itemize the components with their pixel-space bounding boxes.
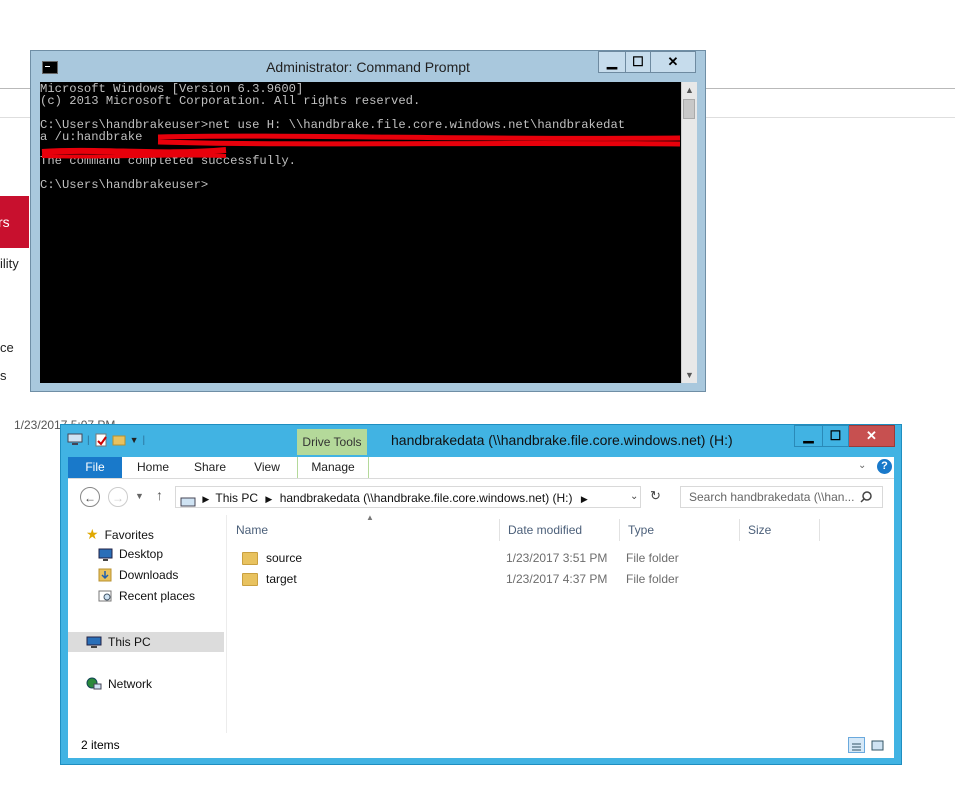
breadcrumb-this-pc[interactable]: This PC: [215, 491, 258, 505]
column-date-modified[interactable]: Date modified: [500, 519, 620, 541]
file-type: File folder: [626, 572, 679, 586]
file-list[interactable]: ▲ Name Date modified Type Size source 1/…: [228, 513, 894, 733]
maximize-icon: ☐: [829, 428, 842, 443]
nav-favorites-label: Favorites: [104, 527, 154, 542]
tab-home[interactable]: Home: [126, 457, 180, 478]
file-row[interactable]: target 1/23/2017 4:37 PM File folder: [242, 569, 842, 589]
background-text-2: ce: [0, 340, 14, 355]
quick-access-toolbar: | ▼ |: [67, 431, 145, 449]
forward-icon[interactable]: →: [108, 487, 128, 507]
file-date: 1/23/2017 4:37 PM: [506, 572, 608, 586]
properties-icon[interactable]: [94, 433, 108, 447]
nav-desktop-label: Desktop: [119, 547, 164, 561]
downloads-icon: [98, 568, 112, 582]
explorer-minimize-button[interactable]: ▁: [794, 425, 823, 447]
drive-tools-label: Drive Tools: [297, 429, 367, 455]
tab-file[interactable]: File: [68, 457, 122, 478]
breadcrumb-arrow-icon-2[interactable]: ▶: [265, 494, 272, 504]
scroll-down-icon[interactable]: ▼: [682, 367, 697, 383]
tab-view[interactable]: View: [240, 457, 294, 478]
background-text-3: s: [0, 368, 7, 383]
file-row[interactable]: source 1/23/2017 3:51 PM File folder: [242, 548, 842, 568]
cmd-maximize-button[interactable]: ☐: [626, 51, 651, 73]
nav-network[interactable]: Network: [86, 677, 152, 691]
recent-locations-icon[interactable]: ▼: [135, 491, 144, 501]
large-icons-view-icon[interactable]: [870, 737, 887, 753]
details-view-icon[interactable]: [848, 737, 865, 753]
tab-share[interactable]: Share: [182, 457, 238, 478]
navigation-pane[interactable]: ★ Favorites Desktop Downloads Recent pla…: [68, 515, 227, 733]
cmd-scrollbar[interactable]: ▲ ▼: [681, 82, 697, 383]
cmd-close-button[interactable]: ✕: [651, 51, 696, 73]
separator-icon-2: |: [142, 434, 146, 446]
explorer-maximize-button[interactable]: ☐: [823, 425, 849, 447]
tab-manage[interactable]: Manage: [297, 457, 369, 478]
recent-places-icon: [98, 590, 112, 602]
ribbon-tabs: File Home Share View Manage ⌄ ?: [68, 457, 894, 479]
scroll-thumb[interactable]: [683, 99, 695, 119]
star-icon: ★: [86, 526, 99, 542]
column-name[interactable]: Name: [228, 519, 500, 541]
search-placeholder: Search handbrakedata (\\han...: [689, 490, 855, 504]
back-icon[interactable]: ←: [80, 487, 100, 507]
file-type: File folder: [626, 551, 679, 565]
this-pc-icon: [86, 636, 102, 648]
breadcrumb-location[interactable]: handbrakedata (\\handbrake.file.core.win…: [280, 491, 573, 505]
cmd-title-bar[interactable]: Administrator: Command Prompt ▁ ☐ ✕: [31, 51, 705, 82]
desktop-icon: [98, 548, 113, 561]
close-icon: ✕: [866, 428, 877, 443]
item-count: 2 items: [81, 738, 120, 752]
status-bar: 2 items: [68, 733, 894, 758]
file-explorer-window[interactable]: | ▼ | Drive Tools handbrakedata (\\handb…: [60, 424, 902, 765]
nav-network-label: Network: [108, 677, 153, 691]
search-input[interactable]: Search handbrakedata (\\han...: [680, 486, 883, 508]
help-icon[interactable]: ?: [877, 459, 892, 474]
nav-desktop[interactable]: Desktop: [98, 547, 163, 561]
computer-icon: [67, 433, 83, 445]
folder-icon: [242, 552, 258, 566]
explorer-body: ★ Favorites Desktop Downloads Recent pla…: [68, 513, 894, 733]
refresh-icon[interactable]: ↻: [650, 488, 661, 504]
address-bar[interactable]: ▶ This PC ▶ handbrakedata (\\handbrake.f…: [175, 486, 641, 508]
nav-this-pc-label: This PC: [108, 635, 151, 649]
qat-dropdown-icon[interactable]: ▼: [130, 435, 139, 445]
separator-icon: |: [87, 434, 90, 446]
ribbon-expand-icon[interactable]: ⌄: [858, 460, 866, 471]
nav-downloads[interactable]: Downloads: [98, 568, 178, 582]
computer-icon: [180, 494, 196, 507]
address-row: ← → ▼ ↑ ▶ This PC ▶ handbrakedata (\\han…: [68, 479, 894, 515]
minimize-icon: ▁: [803, 428, 814, 443]
cmd-console[interactable]: Microsoft Windows [Version 6.3.9600] (c)…: [40, 82, 681, 383]
address-dropdown-icon[interactable]: ⌄: [630, 491, 638, 502]
scroll-up-icon[interactable]: ▲: [682, 82, 697, 98]
breadcrumb-arrow-icon[interactable]: ▶: [202, 494, 209, 504]
network-icon: [86, 677, 102, 690]
column-size[interactable]: Size: [740, 519, 820, 541]
up-icon[interactable]: ↑: [156, 487, 163, 503]
background-red-text: rs: [0, 214, 10, 230]
explorer-title: handbrakedata (\\handbrake.file.core.win…: [391, 432, 733, 448]
nav-recent-places[interactable]: Recent places: [98, 589, 195, 603]
breadcrumb-arrow-icon-3[interactable]: ▶: [581, 494, 588, 504]
command-prompt-window[interactable]: Administrator: Command Prompt ▁ ☐ ✕ Micr…: [30, 50, 706, 392]
background-red-tile[interactable]: rs: [0, 196, 29, 248]
nav-recent-places-label: Recent places: [119, 589, 196, 603]
credential-redaction: [41, 133, 681, 159]
maximize-icon: ☐: [632, 54, 644, 69]
background-text-1: ility: [0, 256, 19, 271]
column-type[interactable]: Type: [620, 519, 740, 541]
search-icon[interactable]: [860, 490, 872, 508]
close-icon: ✕: [667, 54, 679, 69]
file-name: target: [266, 572, 297, 586]
cmd-minimize-button[interactable]: ▁: [598, 51, 626, 73]
minimize-icon: ▁: [607, 54, 617, 69]
nav-this-pc[interactable]: This PC: [86, 635, 151, 649]
folder-icon: [242, 573, 258, 587]
nav-downloads-label: Downloads: [119, 568, 179, 582]
file-name: source: [266, 551, 303, 565]
explorer-close-button[interactable]: ✕: [849, 425, 895, 447]
nav-favorites[interactable]: ★ Favorites: [86, 526, 154, 543]
new-folder-icon[interactable]: [112, 433, 126, 447]
file-date: 1/23/2017 3:51 PM: [506, 551, 608, 565]
